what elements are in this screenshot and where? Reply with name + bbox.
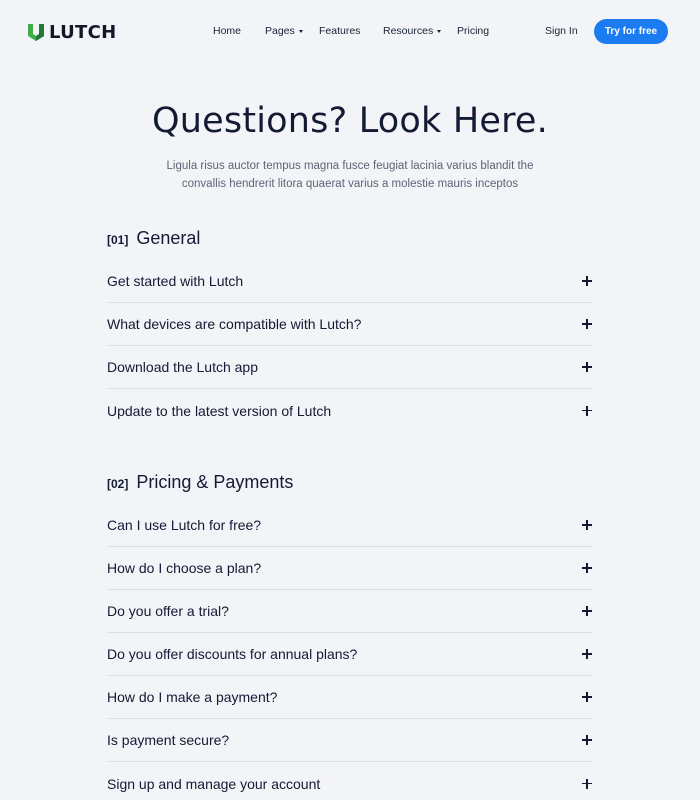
faq-question: Update to the latest version of Lutch — [107, 402, 332, 419]
nav-pages-label: Pages — [265, 25, 295, 37]
section-title: Pricing & Payments — [136, 472, 294, 492]
section-title: General — [136, 228, 201, 248]
page-subtitle-line: convallis hendrerit litora quaerat variu… — [181, 178, 519, 190]
plus-icon[interactable] — [582, 405, 592, 416]
chevron-down-icon — [437, 30, 442, 33]
sign-in-link[interactable]: Sign In — [545, 25, 578, 37]
nav-home-label: Home — [213, 25, 242, 37]
page-title: Questions? Look Here. — [152, 101, 548, 141]
section-heading: [02] Pricing & Payments — [107, 472, 593, 496]
faq-question: How do I make a payment? — [107, 689, 278, 705]
plus-icon[interactable] — [582, 276, 592, 286]
faq-question: Sign up and manage your account — [107, 775, 321, 792]
nav-pricing[interactable]: Pricing — [457, 25, 489, 37]
faq-question: Can I use Lutch for free? — [107, 517, 262, 533]
faq-question: How do I choose a plan? — [107, 560, 262, 576]
faq-item[interactable]: Get started with Lutch — [107, 260, 593, 303]
faq-item[interactable]: What devices are compatible with Lutch? — [107, 303, 593, 346]
section-number: [01] — [107, 233, 129, 247]
faq-item[interactable]: Download the Lutch app — [107, 346, 593, 389]
faq-item[interactable]: How do I make a payment? — [107, 676, 593, 719]
faq-item[interactable]: Is payment secure? — [107, 719, 593, 762]
plus-icon[interactable] — [582, 692, 592, 702]
nav-pages[interactable]: Pages — [265, 25, 303, 37]
faq-item[interactable]: How do I choose a plan? — [107, 547, 593, 590]
try-for-free-button[interactable]: Try for free — [594, 19, 668, 44]
nav-home[interactable]: Home — [213, 25, 241, 37]
page-subtitle: Ligula risus auctor tempus magna fusce f… — [140, 157, 560, 193]
faq-page: LUTCH Home Pages Features Resources Pric… — [0, 0, 700, 800]
plus-icon[interactable] — [582, 319, 592, 329]
faq-question: Is payment secure? — [107, 732, 230, 748]
faq-item[interactable]: Update to the latest version of Lutch — [107, 389, 593, 432]
faq-question: Do you offer discounts for annual plans? — [107, 646, 358, 662]
faq-item[interactable]: Can I use Lutch for free? — [107, 504, 593, 547]
faq-section-general: [01] General Get started with Lutch What… — [107, 228, 593, 432]
plus-icon[interactable] — [582, 778, 592, 789]
nav-features-label: Features — [319, 25, 361, 37]
plus-icon[interactable] — [582, 735, 592, 745]
nav-features[interactable]: Features — [319, 25, 360, 37]
plus-icon[interactable] — [582, 362, 592, 372]
page-subtitle-line: Ligula risus auctor tempus magna fusce f… — [166, 160, 534, 172]
faq-section-pricing-payments: [02] Pricing & Payments Can I use Lutch … — [107, 472, 593, 800]
faq-question: Do you offer a trial? — [107, 603, 229, 619]
faq-question: Get started with Lutch — [107, 273, 244, 289]
site-header: LUTCH Home Pages Features Resources Pric… — [0, 0, 700, 64]
faq-question: Download the Lutch app — [107, 359, 258, 375]
section-heading: [01] General — [107, 228, 593, 252]
plus-icon[interactable] — [582, 563, 592, 573]
nav-resources-label: Resources — [383, 25, 434, 37]
nav-resources[interactable]: Resources — [383, 25, 442, 37]
plus-icon[interactable] — [582, 606, 592, 616]
section-number: [02] — [107, 477, 129, 491]
chevron-down-icon — [298, 30, 303, 33]
faq-question: What devices are compatible with Lutch? — [107, 316, 362, 332]
faq-item[interactable]: Do you offer discounts for annual plans? — [107, 633, 593, 676]
plus-icon[interactable] — [582, 520, 592, 530]
faq-item[interactable]: Sign up and manage your account — [107, 762, 593, 800]
nav-pricing-label: Pricing — [457, 25, 490, 37]
faq-item[interactable]: Do you offer a trial? — [107, 590, 593, 633]
plus-icon[interactable] — [582, 649, 592, 659]
